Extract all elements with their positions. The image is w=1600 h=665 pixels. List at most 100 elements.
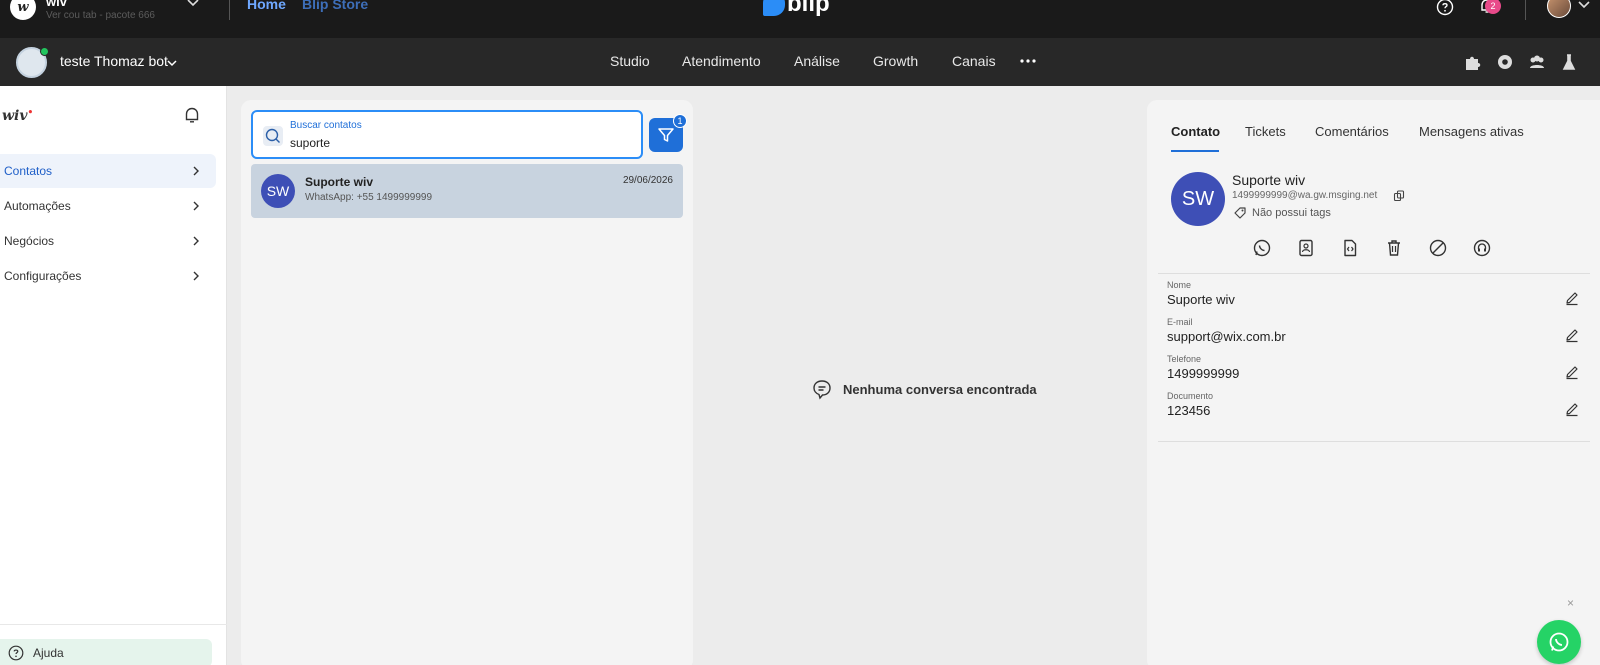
nav-analise[interactable]: Análise — [794, 53, 840, 69]
code-file-icon[interactable] — [1340, 238, 1360, 258]
blip-wordmark: blip — [787, 0, 830, 17]
whatsapp-floating-button[interactable] — [1537, 620, 1581, 664]
contact-avatar: SW — [1171, 172, 1225, 226]
chevron-down-icon[interactable] — [1577, 0, 1591, 12]
field-label-telefone: Telefone — [1167, 354, 1202, 364]
bot-name[interactable]: teste Thomaz bot — [60, 53, 168, 69]
contact-card-icon[interactable] — [1296, 238, 1316, 258]
search-box[interactable]: Buscar contatos — [251, 110, 643, 159]
tab-mensagens-ativas[interactable]: Mensagens ativas — [1419, 124, 1524, 139]
help-label: Ajuda — [33, 646, 64, 660]
contact-date: 29/06/2026 — [622, 175, 673, 186]
headset-icon[interactable] — [1472, 238, 1492, 258]
sidebar-item-negocios[interactable]: Negócios — [0, 224, 216, 258]
contacts-panel: Buscar contatos 1 SW Suporte wiv WhatsAp… — [241, 100, 693, 665]
wiv-logo-text: wiv — [2, 108, 28, 124]
edit-icon[interactable] — [1564, 401, 1580, 417]
chevron-down-icon[interactable] — [166, 57, 178, 69]
search-icon — [263, 126, 283, 146]
org-subtitle: Ver cou tab - pacote 666 — [46, 10, 155, 21]
contact-tags: Não possui tags — [1252, 207, 1331, 219]
whatsapp-icon[interactable] — [1252, 238, 1272, 258]
sidebar-item-configuracoes[interactable]: Configurações — [0, 259, 216, 293]
contact-list-item[interactable]: SW Suporte wiv WhatsApp: +55 1499999999 … — [251, 164, 683, 218]
filter-icon — [658, 128, 674, 142]
sidebar-item-label: Automações — [4, 199, 71, 213]
user-avatar[interactable] — [1547, 0, 1571, 18]
contact-detail-panel: Contato Tickets Comentários Mensagens at… — [1147, 100, 1600, 665]
org-logo[interactable]: w — [10, 0, 36, 20]
divider — [1158, 273, 1590, 274]
nav-atendimento[interactable]: Atendimento — [682, 53, 761, 69]
blip-logo[interactable]: blip — [763, 0, 830, 16]
divider — [0, 624, 227, 625]
chevron-right-icon — [193, 166, 199, 176]
divider — [1525, 0, 1526, 20]
copy-icon[interactable] — [1393, 190, 1405, 202]
nav-growth[interactable]: Growth — [873, 53, 918, 69]
contact-channel: WhatsApp: +55 1499999999 — [305, 192, 433, 203]
bell-icon[interactable] — [182, 105, 202, 125]
field-value-documento: 123456 — [1167, 403, 1211, 418]
nav-studio[interactable]: Studio — [610, 53, 650, 69]
contact-name: Suporte wiv — [305, 175, 374, 189]
tab-comentarios[interactable]: Comentários — [1315, 124, 1389, 139]
field-label-email: E-mail — [1167, 317, 1193, 327]
bot-bar: teste Thomaz bot Studio Atendimento Anál… — [0, 38, 1600, 86]
edit-icon[interactable] — [1564, 364, 1580, 380]
trash-icon[interactable] — [1384, 238, 1404, 258]
chevron-down-icon[interactable] — [186, 0, 200, 10]
search-input[interactable] — [290, 136, 630, 150]
nav-blip-store-link[interactable]: Blip Store — [302, 0, 368, 12]
filter-count-badge: 1 — [673, 114, 687, 128]
contact-identity: 1499999999@wa.gw.msging.net — [1232, 190, 1378, 201]
empty-conversation: Nenhuma conversa encontrada — [811, 378, 1037, 400]
sidebar-item-automacoes[interactable]: Automações — [0, 189, 216, 223]
more-icon[interactable] — [1019, 54, 1037, 68]
sidebar: wiv• Contatos Automações Negócios Config… — [0, 86, 227, 665]
gear-icon[interactable] — [1495, 52, 1515, 72]
edit-icon[interactable] — [1564, 290, 1580, 306]
empty-conversation-text: Nenhuma conversa encontrada — [843, 381, 1037, 397]
sidebar-item-label: Negócios — [4, 234, 55, 248]
tab-tickets[interactable]: Tickets — [1245, 124, 1286, 139]
notification-badge: 2 — [1485, 0, 1501, 14]
org-name[interactable]: wiv — [46, 0, 67, 9]
sidebar-item-label: Contatos — [4, 164, 53, 178]
chat-bubble-icon — [813, 380, 831, 400]
chevron-right-icon — [193, 201, 199, 211]
divider — [229, 0, 230, 20]
field-label-documento: Documento — [1167, 391, 1214, 401]
online-status-dot — [40, 47, 49, 56]
field-label-nome: Nome — [1167, 280, 1192, 290]
nav-home-link[interactable]: Home — [247, 0, 286, 12]
close-button[interactable]: × — [1567, 596, 1574, 610]
tab-contato[interactable]: Contato — [1171, 124, 1220, 139]
chevron-right-icon — [193, 236, 199, 246]
contact-avatar: SW — [261, 174, 295, 208]
contact-name: Suporte wiv — [1232, 172, 1306, 188]
team-icon[interactable] — [1527, 52, 1547, 72]
search-label: Buscar contatos — [290, 120, 362, 131]
tag-icon — [1234, 207, 1246, 219]
help-icon[interactable] — [1436, 0, 1454, 16]
block-icon[interactable] — [1428, 238, 1448, 258]
edit-icon[interactable] — [1564, 327, 1580, 343]
flask-icon[interactable] — [1559, 52, 1579, 72]
top-bar: w wiv Ver cou tab - pacote 666 Home Blip… — [0, 0, 1600, 38]
sidebar-item-label: Configurações — [4, 269, 82, 283]
active-tab-indicator — [1171, 150, 1219, 152]
help-button[interactable]: Ajuda — [0, 639, 212, 665]
blip-bubble-icon — [763, 0, 785, 16]
help-icon — [8, 645, 24, 661]
whatsapp-icon — [1549, 632, 1569, 652]
chevron-right-icon — [193, 271, 199, 281]
field-value-telefone: 1499999999 — [1167, 366, 1240, 381]
nav-canais[interactable]: Canais — [952, 53, 996, 69]
sidebar-item-contatos[interactable]: Contatos — [0, 154, 216, 188]
wiv-logo: wiv• — [2, 108, 34, 124]
field-value-email: support@wix.com.br — [1167, 329, 1286, 344]
field-value-nome: Suporte wiv — [1167, 292, 1235, 307]
puzzle-icon[interactable] — [1463, 52, 1483, 72]
divider — [1158, 441, 1590, 442]
